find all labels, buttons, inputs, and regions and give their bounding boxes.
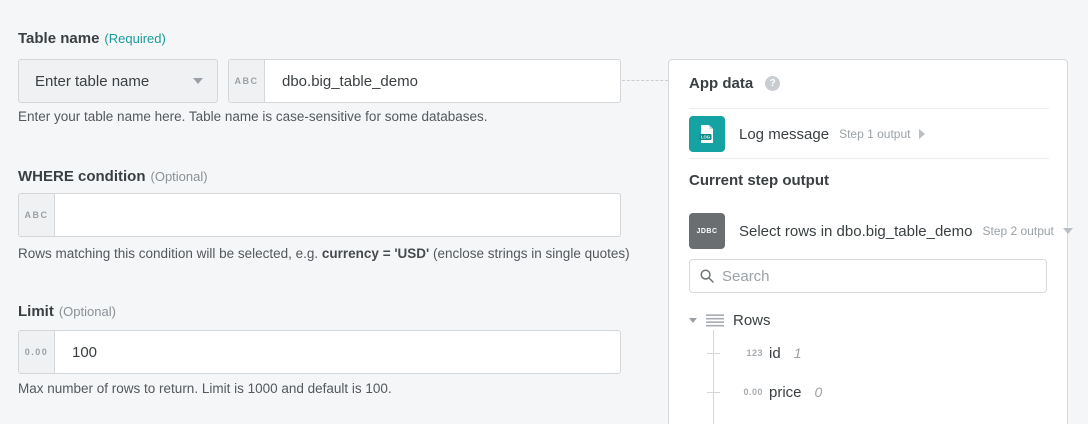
table-name-label: Table name (Required): [18, 30, 166, 47]
expand-right-icon[interactable]: [919, 129, 925, 139]
current-step-label: Select rows in dbo.big_table_demo: [739, 223, 972, 240]
jdbc-icon: JDBC: [689, 213, 725, 249]
tree-price-label: price: [769, 384, 802, 401]
tree-node-id[interactable]: 123 id 1: [689, 344, 801, 362]
where-help-example: currency = 'USD': [322, 246, 429, 261]
where-condition-help: Rows matching this condition will be sel…: [18, 246, 630, 261]
tree-id-label: id: [769, 345, 781, 362]
where-condition-field-group: ABC: [18, 193, 621, 237]
where-help-suffix: (enclose strings in single quotes): [429, 246, 629, 261]
where-condition-label: WHERE condition (Optional): [18, 168, 208, 185]
tree-rows-label: Rows: [733, 312, 771, 329]
divider: [689, 158, 1049, 159]
tree-node-rows[interactable]: Rows: [689, 310, 771, 330]
app-data-panel: App data ? LOG Log message Step 1 output…: [668, 59, 1068, 424]
help-icon[interactable]: ?: [765, 76, 780, 91]
search-input[interactable]: [722, 268, 1036, 285]
collapse-down-icon[interactable]: [1063, 228, 1073, 234]
where-condition-label-text: WHERE condition: [18, 168, 146, 185]
current-step-meta: Step 2 output: [982, 224, 1053, 238]
decimal-type-icon: 0.00: [689, 387, 763, 397]
tree-price-value: 0: [815, 384, 823, 400]
where-condition-input[interactable]: [55, 194, 620, 236]
optional-tag: (Optional): [151, 169, 208, 184]
table-name-label-text: Table name: [18, 30, 99, 47]
field-panel-connector-line: [622, 80, 668, 81]
table-name-dropdown[interactable]: Enter table name: [18, 59, 218, 103]
search-icon: [700, 269, 714, 283]
search-box: [689, 259, 1047, 293]
table-name-help: Enter your table name here. Table name i…: [18, 109, 488, 124]
logger-icon-label: LOG: [701, 135, 710, 140]
tree-collapse-icon[interactable]: [689, 318, 697, 323]
limit-help: Max number of rows to return. Limit is 1…: [18, 381, 392, 396]
table-name-dropdown-placeholder: Enter table name: [35, 73, 149, 90]
jdbc-icon-label: JDBC: [696, 228, 717, 235]
text-type-badge: ABC: [229, 60, 265, 102]
number-type-badge: 0.00: [19, 331, 55, 373]
list-icon: [706, 314, 724, 327]
log-message-meta: Step 1 output: [839, 127, 910, 141]
table-name-input[interactable]: [265, 60, 620, 102]
limit-input[interactable]: [55, 331, 620, 373]
limit-label: Limit (Optional): [18, 303, 116, 320]
optional-tag: (Optional): [59, 304, 116, 319]
log-message-label: Log message: [739, 126, 829, 143]
table-name-field-group: ABC: [228, 59, 621, 103]
current-step-output-title: Current step output: [689, 172, 829, 189]
integer-type-icon: 123: [689, 348, 763, 358]
app-data-title: App data: [689, 75, 753, 92]
where-help-prefix: Rows matching this condition will be sel…: [18, 246, 322, 261]
limit-field-group: 0.00: [18, 330, 621, 374]
log-message-step-row[interactable]: LOG Log message Step 1 output: [689, 116, 925, 152]
tree-node-price[interactable]: 0.00 price 0: [689, 383, 822, 401]
limit-label-text: Limit: [18, 303, 54, 320]
text-type-badge: ABC: [19, 194, 55, 236]
app-data-header: App data ?: [689, 75, 780, 92]
required-tag: (Required): [104, 31, 165, 46]
chevron-down-icon: [193, 78, 203, 84]
logger-icon: LOG: [689, 116, 725, 152]
tree-id-value: 1: [794, 345, 802, 361]
current-step-row[interactable]: JDBC Select rows in dbo.big_table_demo S…: [689, 213, 1073, 249]
divider: [689, 108, 1049, 109]
